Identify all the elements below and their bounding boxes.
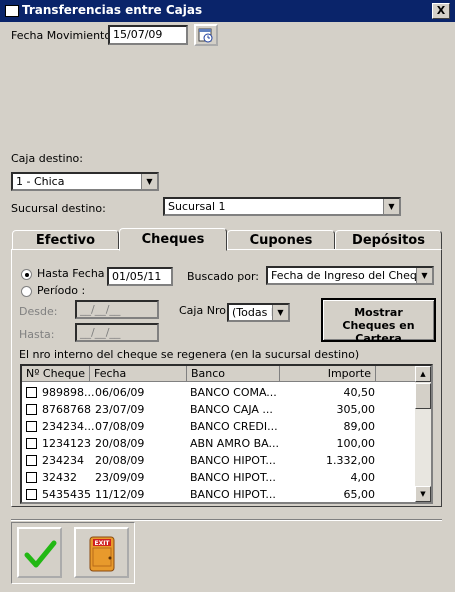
cell-banco: BANCO COMA... xyxy=(190,386,277,399)
cell-importe: 100,00 xyxy=(336,437,376,450)
cell-numero: 32432 xyxy=(42,471,77,484)
col-banco[interactable]: Banco xyxy=(187,366,280,382)
cell-fecha: 06/06/09 xyxy=(95,386,145,399)
row-checkbox[interactable] xyxy=(26,472,37,483)
caja-nro-select[interactable]: (Todas la ▼ xyxy=(227,303,290,322)
row-checkbox[interactable] xyxy=(26,455,37,466)
fecha-movimiento-input[interactable]: 15/07/09 xyxy=(108,25,188,45)
cell-numero: 1234123 xyxy=(42,437,91,450)
title-bar: Transferencias entre Cajas X xyxy=(0,0,455,22)
table-row[interactable]: 234234 20/08/09 BANCO HIPOT... 1.332,00 xyxy=(22,452,417,469)
window-title: Transferencias entre Cajas xyxy=(22,3,203,17)
table-row[interactable]: 1234123 20/08/09 ABN AMRO BA... 100,00 xyxy=(22,435,417,452)
cell-banco: ABN AMRO BA... xyxy=(190,437,279,450)
table-row[interactable]: 234234... 07/08/09 BANCO CREDI... 89,00 xyxy=(22,418,417,435)
chevron-down-icon[interactable]: ▼ xyxy=(383,199,399,214)
check-icon xyxy=(24,540,57,568)
window-icon xyxy=(5,5,19,17)
row-checkbox[interactable] xyxy=(26,438,37,449)
buscado-por-value: Fecha de Ingreso del Cheque xyxy=(271,269,431,282)
cell-banco: BANCO HIPOT... xyxy=(190,488,276,501)
col-empty xyxy=(376,366,417,382)
cheques-table[interactable]: Nº Cheque Fecha Banco Importe 989898... 0… xyxy=(20,364,433,504)
hasta-label: Hasta: xyxy=(19,328,55,341)
chevron-down-icon[interactable]: ▼ xyxy=(141,174,157,189)
cell-importe: 40,50 xyxy=(343,386,376,399)
row-checkbox[interactable] xyxy=(26,387,37,398)
exit-sign-text: EXIT xyxy=(94,540,110,547)
buscado-por-label: Buscado por: xyxy=(187,270,259,283)
hasta-input[interactable]: __/__/__ xyxy=(75,323,159,342)
calendar-button[interactable] xyxy=(194,24,218,46)
hasta-fecha-radio[interactable] xyxy=(21,269,32,280)
caja-destino-value: 1 - Chica xyxy=(16,175,65,188)
chevron-down-icon[interactable]: ▼ xyxy=(416,268,432,283)
sucursal-destino-value: Sucursal 1 xyxy=(168,200,226,213)
cell-numero: 989898... xyxy=(42,386,95,399)
cell-numero: 234234... xyxy=(42,420,95,433)
cell-banco: BANCO CREDI... xyxy=(190,420,278,433)
cell-importe: 4,00 xyxy=(350,471,376,484)
calendar-icon xyxy=(198,28,213,43)
cell-numero: 5435435 xyxy=(42,488,91,501)
tab-efectivo[interactable]: Efectivo xyxy=(12,230,119,250)
scroll-up-icon[interactable]: ▲ xyxy=(415,366,431,382)
periodo-radio[interactable] xyxy=(21,286,32,297)
ok-button[interactable] xyxy=(17,527,62,578)
vertical-scrollbar[interactable]: ▲ ▼ xyxy=(415,366,431,502)
row-checkbox[interactable] xyxy=(26,404,37,415)
caja-destino-label: Caja destino: xyxy=(11,152,83,165)
footer-divider xyxy=(11,519,442,521)
caja-destino-select[interactable]: 1 - Chica ▼ xyxy=(11,172,159,191)
cell-fecha: 20/08/09 xyxy=(95,454,145,467)
hasta-fecha-input[interactable]: 01/05/11 xyxy=(107,267,173,286)
cell-fecha: 11/12/09 xyxy=(95,488,145,501)
table-row[interactable]: 32432 23/09/09 BANCO HIPOT... 4,00 xyxy=(22,469,417,486)
row-checkbox[interactable] xyxy=(26,421,37,432)
cell-importe: 65,00 xyxy=(343,488,376,501)
regenera-note: El nro interno del cheque se regenera (e… xyxy=(19,348,360,361)
scroll-thumb[interactable] xyxy=(415,383,431,409)
exit-door-icon: EXIT xyxy=(89,536,115,572)
caja-nro-label: Caja Nro: xyxy=(179,304,230,317)
cell-fecha: 20/08/09 xyxy=(95,437,145,450)
cell-numero: 234234 xyxy=(42,454,84,467)
cell-importe: 89,00 xyxy=(343,420,376,433)
col-nro-cheque[interactable]: Nº Cheque xyxy=(22,366,90,382)
cell-fecha: 23/07/09 xyxy=(95,403,145,416)
cell-importe: 1.332,00 xyxy=(326,454,375,467)
periodo-label: Período : xyxy=(37,284,86,297)
col-importe[interactable]: Importe xyxy=(280,366,376,382)
hasta-fecha-label: Hasta Fecha : xyxy=(37,267,112,280)
table-row[interactable]: 989898... 06/06/09 BANCO COMA... 40,50 xyxy=(22,384,417,401)
cell-importe: 305,00 xyxy=(336,403,376,416)
tab-depositos[interactable]: Depósitos xyxy=(335,230,442,250)
col-fecha[interactable]: Fecha xyxy=(90,366,187,382)
exit-button[interactable]: EXIT xyxy=(74,527,129,578)
sucursal-destino-label: Sucursal destino: xyxy=(11,202,106,215)
buscado-por-select[interactable]: Fecha de Ingreso del Cheque ▼ xyxy=(266,266,434,285)
mostrar-cheques-button[interactable]: Mostrar Cheques en Cartera xyxy=(321,298,436,345)
cell-fecha: 23/09/09 xyxy=(95,471,145,484)
tab-cheques[interactable]: Cheques xyxy=(119,228,227,251)
row-checkbox[interactable] xyxy=(26,489,37,500)
desde-label: Desde: xyxy=(19,305,58,318)
cell-banco: BANCO HIPOT... xyxy=(190,454,276,467)
close-button[interactable]: X xyxy=(432,3,450,19)
table-row[interactable]: 8768768 23/07/09 BANCO CAJA ... 305,00 xyxy=(22,401,417,418)
tab-cupones[interactable]: Cupones xyxy=(227,230,335,250)
fecha-movimiento-label: Fecha Movimiento: xyxy=(11,29,115,42)
desde-input[interactable]: __/__/__ xyxy=(75,300,159,319)
chevron-down-icon[interactable]: ▼ xyxy=(272,305,288,320)
cell-banco: BANCO HIPOT... xyxy=(190,471,276,484)
cell-fecha: 07/08/09 xyxy=(95,420,145,433)
cell-banco: BANCO CAJA ... xyxy=(190,403,273,416)
cell-numero: 8768768 xyxy=(42,403,91,416)
sucursal-destino-select[interactable]: Sucursal 1 ▼ xyxy=(163,197,401,216)
table-row[interactable]: 5435435 11/12/09 BANCO HIPOT... 65,00 xyxy=(22,486,417,502)
scroll-down-icon[interactable]: ▼ xyxy=(415,486,431,502)
